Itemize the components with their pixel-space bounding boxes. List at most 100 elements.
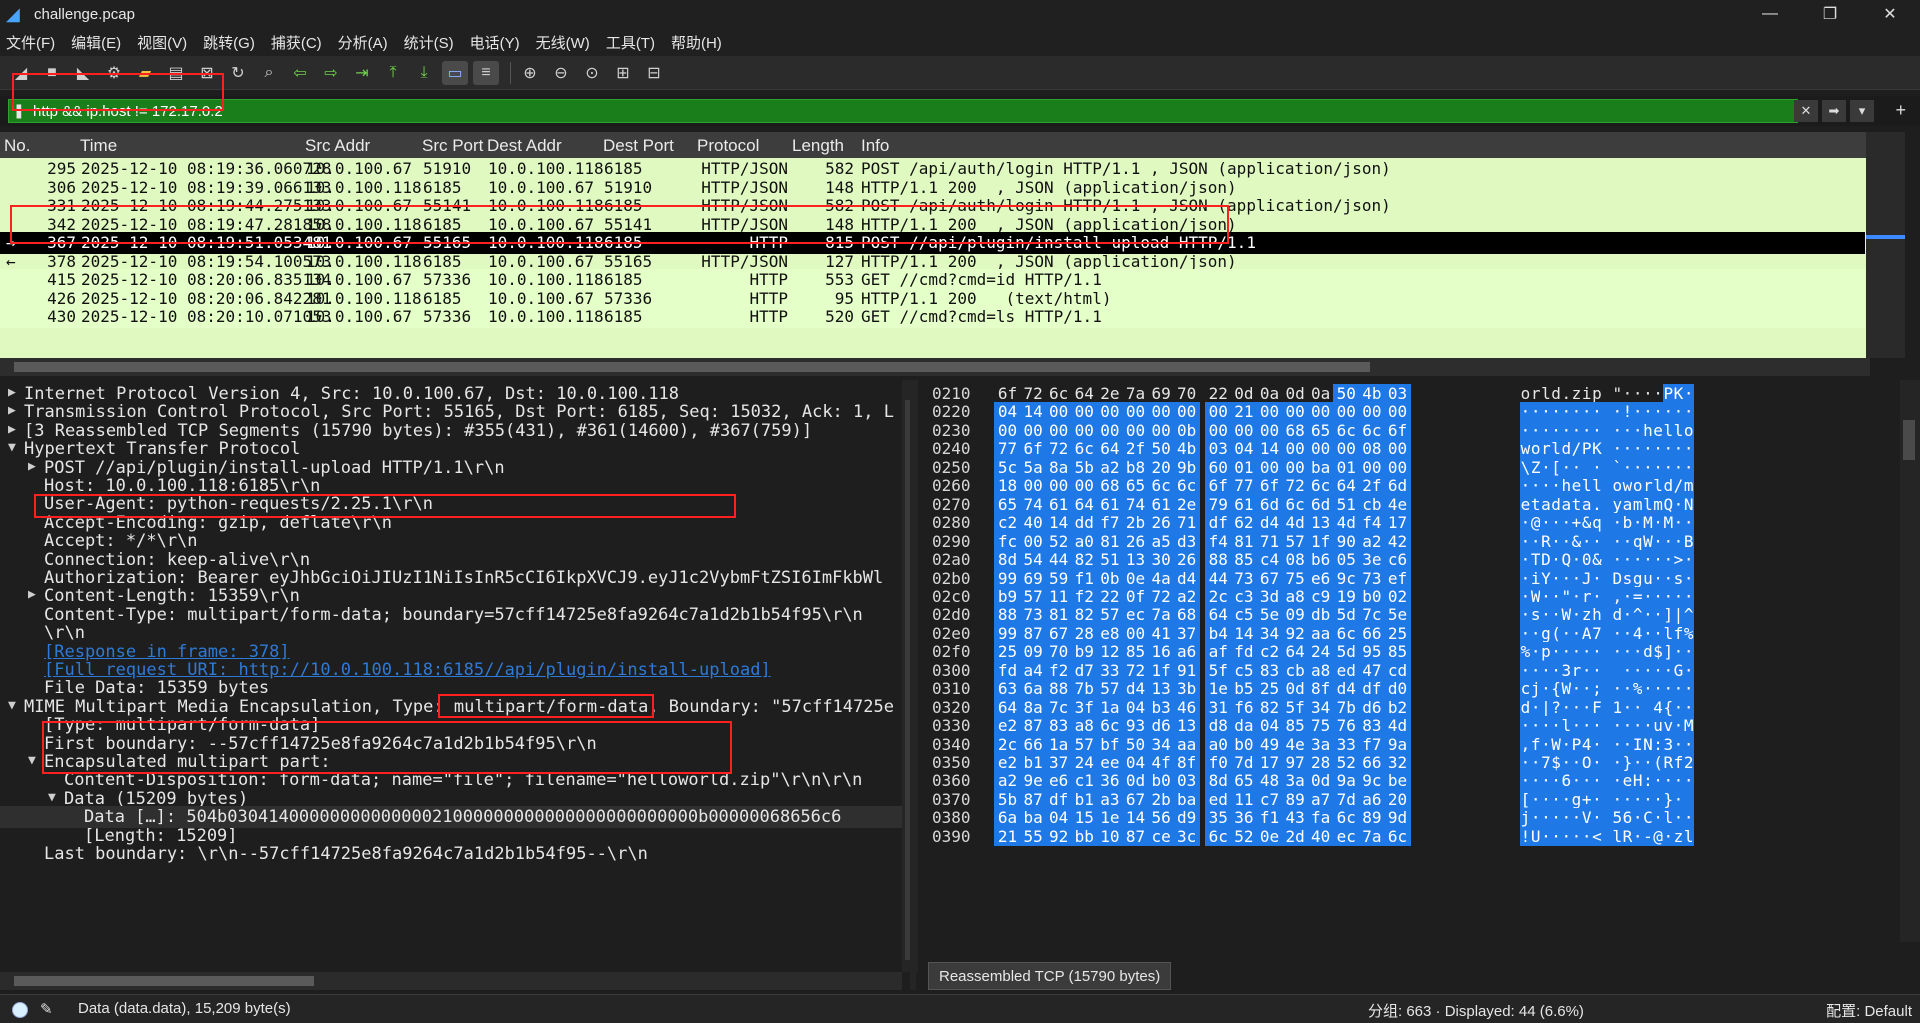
menu-go[interactable]: 跳转(G): [203, 32, 255, 53]
options-gear-icon[interactable]: ⚙: [101, 61, 127, 85]
close-file-icon[interactable]: ⊠: [194, 61, 220, 85]
collapse-arrow-icon[interactable]: ▼: [8, 440, 16, 455]
hex-byte[interactable]: 55: [1019, 826, 1047, 846]
col-length[interactable]: Length: [792, 136, 844, 156]
collapse-arrow-icon[interactable]: ▼: [48, 790, 56, 805]
display-filter-input[interactable]: ❚ http && ip.host != 172.17.0.2: [8, 99, 1798, 123]
expand-arrow-icon[interactable]: ▶: [28, 587, 36, 602]
open-folder-icon[interactable]: ▰: [132, 61, 158, 85]
hscroll-thumb[interactable]: [14, 362, 1370, 372]
bytes-scroll-thumb[interactable]: [1903, 420, 1915, 460]
first-packet-icon[interactable]: ⤒: [380, 61, 406, 85]
menu-help[interactable]: 帮助(H): [671, 32, 722, 53]
display-filter-text[interactable]: http && ip.host != 172.17.0.2: [33, 103, 223, 120]
hex-byte[interactable]: 10: [1096, 826, 1124, 846]
hex-byte[interactable]: 3c: [1173, 826, 1201, 846]
hex-byte[interactable]: 0e: [1256, 826, 1283, 846]
col-dest-addr[interactable]: Dest Addr: [487, 136, 562, 156]
add-filter-button[interactable]: +: [1895, 100, 1906, 121]
hex-byte[interactable]: ec: [1332, 826, 1360, 846]
col-info[interactable]: Info: [861, 136, 889, 156]
col-src-addr[interactable]: Src Addr: [305, 136, 370, 156]
zoom-in-icon[interactable]: ⊕: [517, 61, 543, 85]
expand-arrow-icon[interactable]: ▶: [8, 403, 16, 418]
go-to-packet-icon[interactable]: ⇥: [349, 61, 375, 85]
packet-list-scrollbar[interactable]: [1866, 132, 1905, 358]
zoom-out-icon[interactable]: ⊖: [548, 61, 574, 85]
ascii-bytes[interactable]: ! U · · · · · < l R · - @ · z l: [1520, 826, 1700, 847]
packet-list-header: No. Time Src Addr Src Port Dest Addr Des…: [0, 132, 1870, 158]
col-time[interactable]: Time: [80, 136, 117, 156]
autoscroll-icon[interactable]: ▭: [442, 60, 468, 85]
menu-wireless[interactable]: 无线(W): [536, 32, 590, 53]
collapse-arrow-icon[interactable]: ▼: [28, 753, 36, 768]
colorize-icon[interactable]: ≡: [473, 60, 499, 85]
hex-byte[interactable]: ce: [1147, 826, 1175, 846]
resize-columns-icon[interactable]: ⊞: [610, 61, 636, 85]
hex-byte[interactable]: 21: [994, 826, 1021, 846]
filter-dropdown[interactable]: ▾: [1850, 100, 1874, 122]
menu-tools[interactable]: 工具(T): [606, 32, 655, 53]
go-forward-icon[interactable]: ⇨: [318, 61, 344, 85]
bytes-scrollbar[interactable]: [1900, 380, 1920, 942]
packet-details-pane[interactable]: ▶ Internet Protocol Version 4, Src: 10.0.…: [0, 380, 902, 972]
bookmark-icon[interactable]: ❚: [13, 102, 25, 119]
hex-byte[interactable]: 6c: [1384, 826, 1411, 846]
col-src-port[interactable]: Src Port: [422, 136, 483, 156]
collapse-arrow-icon[interactable]: ▼: [8, 698, 16, 713]
col-protocol[interactable]: Protocol: [697, 136, 759, 156]
reassembled-tcp-tab[interactable]: Reassembled TCP (15790 bytes): [928, 962, 1172, 990]
hex-bytes[interactable]: 21 55 92 bb 10 87 ce 3c 6c 52 0e 2d 40 ec 7a 6c: [994, 826, 1494, 847]
menu-statistics[interactable]: 统计(S): [404, 32, 454, 53]
reload-icon[interactable]: ↻: [225, 61, 251, 85]
shark-fin-start-icon[interactable]: ◢: [8, 61, 34, 85]
expand-arrow-icon[interactable]: ▶: [28, 459, 36, 474]
maximize-button[interactable]: ❐: [1800, 0, 1860, 28]
col-no[interactable]: No.: [4, 136, 30, 156]
detail-text: Last boundary: \r\n--57cff14725e8fa9264c…: [44, 844, 648, 864]
pane-splitter[interactable]: [910, 380, 916, 990]
stop-icon[interactable]: ■: [39, 61, 65, 85]
menu-edit[interactable]: 编辑(E): [71, 32, 121, 53]
expert-info-icon[interactable]: [12, 1002, 28, 1018]
cell-info: HTTP/1.1 200 (text/html): [861, 288, 1112, 308]
edit-comment-icon[interactable]: ✎: [40, 1000, 53, 1018]
menu-telephony[interactable]: 电话(Y): [470, 32, 520, 53]
hex-byte[interactable]: bb: [1070, 826, 1098, 846]
minimize-button[interactable]: —: [1740, 0, 1800, 28]
expand-arrow-icon[interactable]: ▶: [8, 385, 16, 400]
hex-byte[interactable]: 2d: [1281, 826, 1309, 846]
normal-size-icon[interactable]: ⊙: [579, 61, 605, 85]
go-back-icon[interactable]: ⇦: [287, 61, 313, 85]
find-icon[interactable]: ⌕: [256, 61, 282, 85]
restart-icon[interactable]: ◣: [70, 61, 96, 85]
apply-arrow-icon[interactable]: ➡: [1822, 100, 1846, 122]
menu-file[interactable]: 文件(F): [6, 32, 55, 53]
last-packet-icon[interactable]: ⤓: [411, 61, 437, 85]
layout-icon[interactable]: ⊟: [641, 61, 667, 85]
cell-info: HTTP/1.1 200 , JSON (application/json): [861, 177, 1237, 197]
open-recent-icon[interactable]: ▤: [163, 61, 189, 85]
details-hscroll-thumb[interactable]: [14, 976, 314, 986]
hex-byte[interactable]: 40: [1307, 826, 1335, 846]
menu-capture[interactable]: 捕获(C): [271, 32, 322, 53]
packet-list[interactable]: No. Time Src Addr Src Port Dest Addr Des…: [0, 132, 1905, 358]
cell-src-port: 57336: [423, 307, 472, 326]
packet-bytes-pane[interactable]: 0210 6f 72 6c 64 2e 7a 69 70 22 0d 0a 0d 0a 50 4b 03 o r l d…: [920, 380, 1905, 942]
detail-tree-item[interactable]: Last boundary: \r\n--57cff14725e8fa9264c…: [0, 843, 902, 865]
col-dest-port[interactable]: Dest Port: [603, 136, 674, 156]
packet-list-hscrollbar[interactable]: [0, 358, 1870, 376]
menu-analyze[interactable]: 分析(A): [338, 32, 388, 53]
packet-row[interactable]: 430 2025-12-10 08:20:10.071053 10.0.100.67…: [0, 306, 1865, 328]
menu-view[interactable]: 视图(V): [137, 32, 187, 53]
clear-icon[interactable]: ✕: [1794, 100, 1818, 122]
expand-arrow-icon[interactable]: ▶: [8, 422, 16, 437]
hex-byte[interactable]: 7a: [1358, 826, 1386, 846]
close-button[interactable]: ✕: [1860, 0, 1920, 28]
hex-byte[interactable]: 87: [1122, 826, 1149, 846]
hex-byte[interactable]: 6c: [1204, 826, 1232, 846]
hex-byte[interactable]: 52: [1230, 826, 1258, 846]
profile-label[interactable]: 配置: Default: [1826, 1000, 1912, 1021]
hex-byte[interactable]: 92: [1045, 826, 1073, 846]
details-hscrollbar[interactable]: [0, 972, 902, 990]
